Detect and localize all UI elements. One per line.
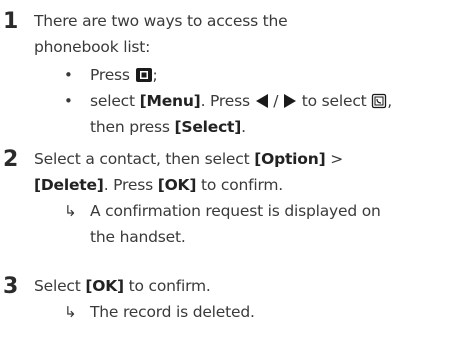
- left-triangle-icon: [255, 93, 269, 114]
- delete-key-label: [Delete]: [34, 176, 104, 194]
- bullet-dot: •: [64, 92, 73, 110]
- step-1-text-line2: phonebook list:: [34, 38, 151, 56]
- select-key-label: [Select]: [174, 118, 242, 136]
- step-2-line1: Select a contact, then select [Option] >: [34, 150, 343, 168]
- right-triangle-icon: [283, 93, 297, 114]
- phonebook-menu-icon: [371, 93, 387, 114]
- step-1-bullet-1: Press ;: [90, 65, 158, 88]
- bullet-dot: •: [64, 66, 73, 84]
- step-3-result: The record is deleted.: [90, 303, 255, 321]
- ok-key-label: [OK]: [85, 277, 124, 295]
- result-arrow: ↳: [64, 202, 77, 220]
- step-2-line2: [Delete]. Press [OK] to confirm.: [34, 176, 283, 194]
- step-2-result-line2: the handset.: [90, 228, 186, 246]
- ok-key-label: [OK]: [157, 176, 197, 194]
- step-3-line1: Select [OK] to confirm.: [34, 277, 211, 295]
- step-number: 2: [3, 147, 19, 172]
- step-number: 3: [3, 274, 19, 299]
- step-1-text-line1: There are two ways to access the: [34, 12, 288, 30]
- step-1-bullet-2-line2: then press [Select].: [90, 118, 246, 136]
- result-arrow: ↳: [64, 303, 77, 321]
- menu-key-label: [Menu]: [139, 92, 201, 110]
- phonebook-key-icon: [135, 67, 153, 88]
- step-1-bullet-2-line1: select [Menu]. Press / to select ,: [90, 91, 392, 114]
- option-key-label: [Option]: [254, 150, 326, 168]
- step-2-result-line1: A confirmation request is displayed on: [90, 202, 381, 220]
- step-number: 1: [3, 9, 19, 34]
